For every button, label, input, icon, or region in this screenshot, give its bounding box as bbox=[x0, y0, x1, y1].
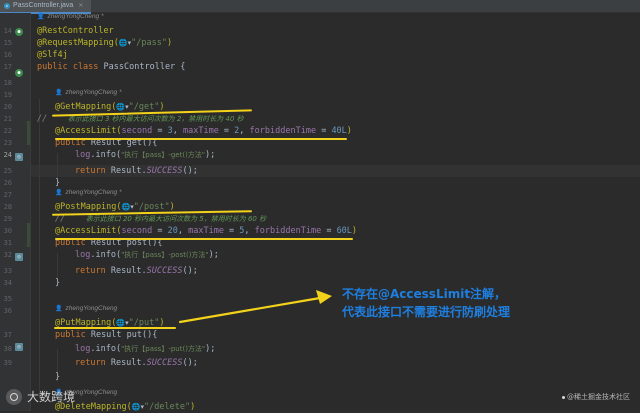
callout-note: 不存在@AccessLimit注解， 代表此接口不需要进行防刷处理 bbox=[342, 287, 511, 319]
annotation-arrow bbox=[178, 290, 332, 324]
watermark: @稀土掘金技术社区 bbox=[562, 392, 630, 402]
code-editor: c PassController.java ✕ 14 15 16 17 18 19 20 21… bbox=[0, 0, 640, 412]
brand-icon bbox=[6, 388, 22, 405]
brand-logo: 大数跨境 bbox=[6, 388, 75, 405]
